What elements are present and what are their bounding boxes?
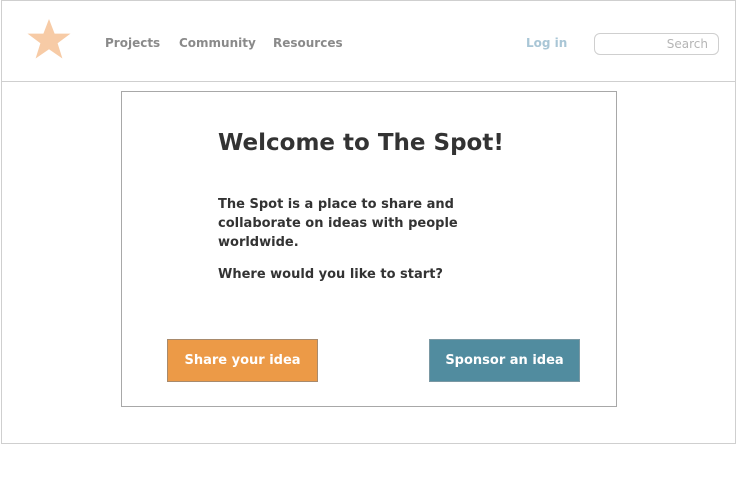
site-header: Projects Community Resources Log in <box>2 1 735 82</box>
search-input[interactable] <box>594 33 719 55</box>
nav-resources-link[interactable]: Resources <box>273 36 343 50</box>
welcome-question: Where would you like to start? <box>218 267 443 282</box>
share-idea-button[interactable]: Share your idea <box>167 339 318 382</box>
nav-projects-link[interactable]: Projects <box>105 36 160 50</box>
app-frame: Projects Community Resources Log in Welc… <box>1 0 736 444</box>
sponsor-idea-button[interactable]: Sponsor an idea <box>429 339 580 382</box>
welcome-title: Welcome to The Spot! <box>218 130 504 156</box>
nav-community-link[interactable]: Community <box>179 36 256 50</box>
welcome-dialog: Welcome to The Spot! The Spot is a place… <box>121 91 617 407</box>
star-logo-icon[interactable] <box>26 18 72 60</box>
welcome-description: The Spot is a place to share and collabo… <box>218 197 458 250</box>
login-link[interactable]: Log in <box>526 36 567 50</box>
